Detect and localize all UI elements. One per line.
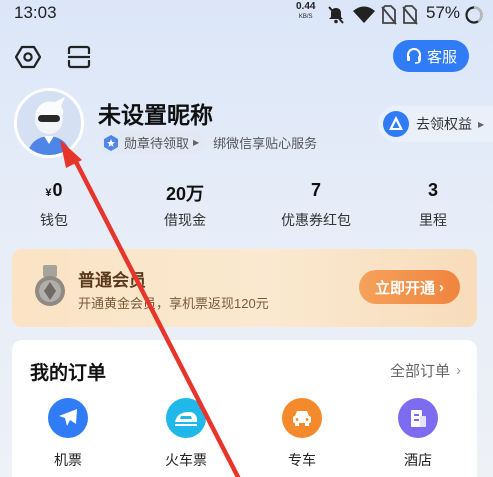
chevron-right-icon: › <box>456 362 461 379</box>
battery-icon <box>465 6 483 24</box>
status-time: 13:03 <box>14 3 57 22</box>
no-sim-icon <box>381 5 397 25</box>
wifi-icon <box>353 6 375 23</box>
stat-mileage[interactable]: 3 里程 <box>388 180 478 230</box>
mute-icon <box>328 6 344 24</box>
chevron-right-icon: ▶ <box>478 119 485 129</box>
order-car-service[interactable]: 专车 <box>262 398 342 470</box>
train-icon <box>166 398 206 438</box>
order-train-tickets[interactable]: 火车票 <box>146 398 226 470</box>
nickname[interactable]: 未设置昵称 <box>98 96 213 130</box>
member-subtitle: 开通黄金会员，享机票返现120元 <box>78 296 269 311</box>
network-speed: 0.44 KB/S <box>296 1 316 21</box>
settings-icon[interactable] <box>15 44 41 70</box>
scan-icon[interactable] <box>66 44 92 70</box>
status-bar: 13:03 0.44 KB/S 57% <box>0 0 493 28</box>
stat-coupons[interactable]: 7 优惠券红包 <box>271 180 361 230</box>
plane-icon <box>48 398 88 438</box>
battery-percent: 57% <box>426 3 461 22</box>
claim-rights-button[interactable]: 去领权益 ▶ <box>378 106 493 142</box>
hotel-icon <box>398 398 438 438</box>
headset-icon <box>406 48 421 64</box>
wechat-bind-link[interactable]: 绑微信享贴心服务 <box>213 133 317 152</box>
chevron-right-icon: ▶ <box>193 138 200 147</box>
badge-claim-button[interactable]: 勋章待领取 ▶ <box>100 131 206 154</box>
stat-loan[interactable]: 20万 借现金 <box>140 180 230 230</box>
member-medal-icon <box>35 265 65 306</box>
rights-icon <box>383 111 409 137</box>
avatar[interactable] <box>14 88 84 158</box>
member-title: 普通会员 <box>78 271 146 290</box>
avatar-icon <box>17 91 81 155</box>
orders-card: 我的订单 全部订单 › 机票 火车票 专车 酒店 <box>12 340 477 477</box>
customer-service-button[interactable]: 客服 <box>393 40 469 72</box>
car-icon <box>282 398 322 438</box>
medal-icon <box>104 134 118 151</box>
no-sim-icon <box>402 5 418 25</box>
membership-card[interactable]: 普通会员 开通黄金会员，享机票返现120元 立即开通 › <box>12 249 477 327</box>
order-hotel[interactable]: 酒店 <box>378 398 458 470</box>
badge-row: 勋章待领取 ▶ 绑微信享贴心服务 <box>100 131 317 154</box>
chevron-right-icon: › <box>439 278 444 296</box>
orders-title: 我的订单 <box>30 363 107 384</box>
all-orders-link[interactable]: 全部订单 › <box>390 360 461 381</box>
stat-wallet[interactable]: ¥0 钱包 <box>9 180 99 230</box>
order-flights[interactable]: 机票 <box>28 398 108 470</box>
open-membership-button[interactable]: 立即开通 › <box>359 270 460 304</box>
